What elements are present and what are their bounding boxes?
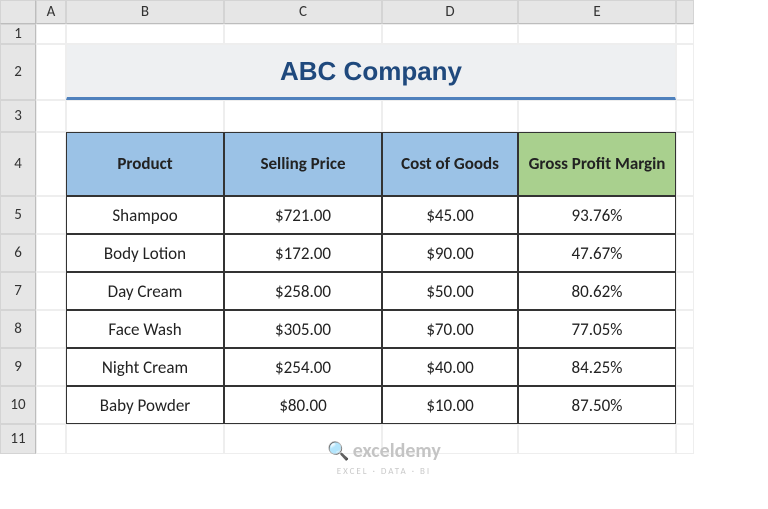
- cell-F10[interactable]: [676, 386, 694, 424]
- cell-B5[interactable]: Shampoo: [66, 196, 224, 234]
- cell-E1[interactable]: [518, 24, 676, 44]
- cell-A10[interactable]: [36, 386, 66, 424]
- cell-D6[interactable]: $90.00: [382, 234, 518, 272]
- row-header-8[interactable]: 8: [0, 310, 36, 348]
- cell-D7[interactable]: $50.00: [382, 272, 518, 310]
- cell-A5[interactable]: [36, 196, 66, 234]
- cell-E7[interactable]: 80.62%: [518, 272, 676, 310]
- cell-C9[interactable]: $254.00: [224, 348, 382, 386]
- row-header-2[interactable]: 2: [0, 44, 36, 100]
- cell-F8[interactable]: [676, 310, 694, 348]
- row-header-3[interactable]: 3: [0, 100, 36, 132]
- col-header-A[interactable]: A: [36, 0, 66, 24]
- cell-A6[interactable]: [36, 234, 66, 272]
- row-header-11[interactable]: 11: [0, 424, 36, 454]
- cell-F1[interactable]: [676, 24, 694, 44]
- cell-A3[interactable]: [36, 100, 66, 132]
- cell-F11[interactable]: [676, 424, 694, 454]
- col-header-D[interactable]: D: [382, 0, 518, 24]
- cell-E10[interactable]: 87.50%: [518, 386, 676, 424]
- cell-F7[interactable]: [676, 272, 694, 310]
- cell-C11[interactable]: [224, 424, 382, 454]
- cell-D8[interactable]: $70.00: [382, 310, 518, 348]
- cell-C10[interactable]: $80.00: [224, 386, 382, 424]
- cell-E11[interactable]: [518, 424, 676, 454]
- cell-C1[interactable]: [224, 24, 382, 44]
- cell-B1[interactable]: [66, 24, 224, 44]
- row-header-9[interactable]: 9: [0, 348, 36, 386]
- cell-D3[interactable]: [382, 100, 518, 132]
- row-header-6[interactable]: 6: [0, 234, 36, 272]
- cell-D10[interactable]: $10.00: [382, 386, 518, 424]
- cell-B8[interactable]: Face Wash: [66, 310, 224, 348]
- cell-A9[interactable]: [36, 348, 66, 386]
- cell-F2[interactable]: [676, 44, 694, 100]
- company-title[interactable]: ABC Company: [66, 44, 676, 100]
- cell-A1[interactable]: [36, 24, 66, 44]
- header-selling-price[interactable]: Selling Price: [224, 132, 382, 196]
- cell-A7[interactable]: [36, 272, 66, 310]
- col-header-B[interactable]: B: [66, 0, 224, 24]
- cell-B7[interactable]: Day Cream: [66, 272, 224, 310]
- watermark-subtitle: EXCEL · DATA · BI: [337, 466, 431, 477]
- cell-B9[interactable]: Night Cream: [66, 348, 224, 386]
- cell-E3[interactable]: [518, 100, 676, 132]
- row-header-10[interactable]: 10: [0, 386, 36, 424]
- cell-F5[interactable]: [676, 196, 694, 234]
- spreadsheet-grid: A B C D E 1 2 3 4 5 6 7 8 9 10 11 ABC Co…: [0, 0, 768, 454]
- cell-B10[interactable]: Baby Powder: [66, 386, 224, 424]
- header-cost-of-goods[interactable]: Cost of Goods: [382, 132, 518, 196]
- cell-C7[interactable]: $258.00: [224, 272, 382, 310]
- cell-D11[interactable]: [382, 424, 518, 454]
- cell-F3[interactable]: [676, 100, 694, 132]
- cell-B3[interactable]: [66, 100, 224, 132]
- row-header-7[interactable]: 7: [0, 272, 36, 310]
- cell-E9[interactable]: 84.25%: [518, 348, 676, 386]
- cell-E6[interactable]: 47.67%: [518, 234, 676, 272]
- cell-D1[interactable]: [382, 24, 518, 44]
- cell-C5[interactable]: $721.00: [224, 196, 382, 234]
- cell-E8[interactable]: 77.05%: [518, 310, 676, 348]
- cell-B11[interactable]: [66, 424, 224, 454]
- select-all-corner[interactable]: [0, 0, 36, 24]
- cell-A4[interactable]: [36, 132, 66, 196]
- cell-B6[interactable]: Body Lotion: [66, 234, 224, 272]
- cell-F6[interactable]: [676, 234, 694, 272]
- header-gross-profit-margin[interactable]: Gross Profit Margin: [518, 132, 676, 196]
- cell-F4[interactable]: [676, 132, 694, 196]
- col-header-E[interactable]: E: [518, 0, 676, 24]
- row-header-1[interactable]: 1: [0, 24, 36, 44]
- cell-C3[interactable]: [224, 100, 382, 132]
- col-header-C[interactable]: C: [224, 0, 382, 24]
- cell-C8[interactable]: $305.00: [224, 310, 382, 348]
- header-product[interactable]: Product: [66, 132, 224, 196]
- cell-C6[interactable]: $172.00: [224, 234, 382, 272]
- cell-A11[interactable]: [36, 424, 66, 454]
- row-header-5[interactable]: 5: [0, 196, 36, 234]
- col-header-tail: [676, 0, 694, 24]
- cell-D5[interactable]: $45.00: [382, 196, 518, 234]
- cell-F9[interactable]: [676, 348, 694, 386]
- cell-A2[interactable]: [36, 44, 66, 100]
- row-header-4[interactable]: 4: [0, 132, 36, 196]
- cell-E5[interactable]: 93.76%: [518, 196, 676, 234]
- cell-A8[interactable]: [36, 310, 66, 348]
- cell-D9[interactable]: $40.00: [382, 348, 518, 386]
